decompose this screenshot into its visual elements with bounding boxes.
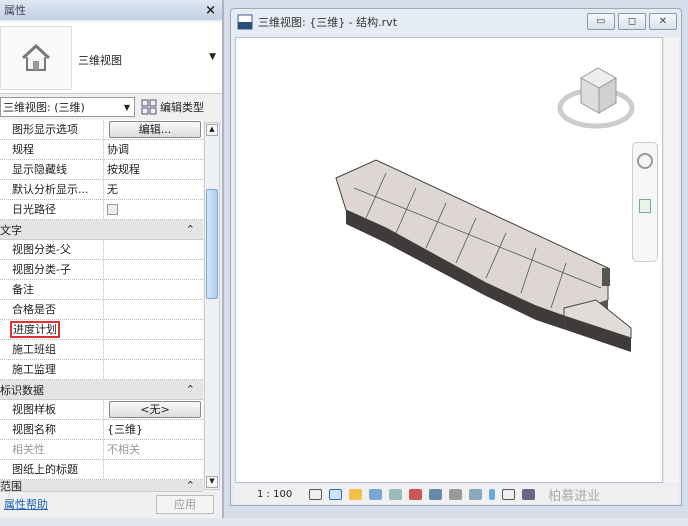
- collapse-icon[interactable]: ⌃: [186, 383, 195, 396]
- type-preview[interactable]: 三维视图 ▼: [0, 22, 222, 94]
- section-label: 标识数据: [0, 383, 44, 397]
- detail-level-icon[interactable]: [309, 488, 323, 500]
- prop-label: 图形显示选项: [0, 120, 104, 139]
- chevron-down-icon: ▼: [123, 102, 130, 112]
- prop-value[interactable]: [104, 260, 203, 279]
- building-model: [335, 67, 635, 352]
- prop-value[interactable]: {三维}: [104, 420, 203, 439]
- rvt-file-icon: [237, 14, 253, 30]
- type-selector[interactable]: 三维视图: (三维) ▼: [0, 97, 135, 117]
- close-window-button[interactable]: ✕: [649, 13, 677, 30]
- prop-value[interactable]: 协调: [104, 140, 203, 159]
- prop-label: 视图名称: [0, 420, 104, 439]
- chevron-down-icon[interactable]: ▼: [209, 52, 216, 62]
- family-name: 三维视图: [78, 54, 122, 67]
- house-icon: [0, 26, 72, 90]
- edit-type-label: 编辑类型: [160, 101, 204, 114]
- temporary-view-icon[interactable]: [502, 488, 516, 500]
- status-strip: [0, 518, 688, 526]
- view-template-button[interactable]: <无>: [109, 401, 201, 418]
- edit-type-icon: [141, 99, 157, 115]
- prop-label: 视图分类-父: [0, 240, 104, 259]
- restore-button[interactable]: ◻: [618, 13, 646, 30]
- graphics-edit-button[interactable]: 编辑...: [109, 121, 201, 138]
- scroll-down-icon[interactable]: ▼: [206, 476, 218, 488]
- property-grid: 图形显示选项 编辑... 规程 协调 显示隐藏线 按规程 默认分析显示... 无 日光路…: [0, 120, 203, 492]
- edit-type-button[interactable]: 编辑类型: [141, 99, 204, 115]
- lock-view-icon[interactable]: [449, 488, 463, 500]
- section-identity[interactable]: 标识数据 ⌃: [0, 380, 203, 400]
- close-icon[interactable]: ×: [205, 3, 216, 18]
- 3d-viewport[interactable]: [235, 37, 663, 483]
- section-label: 文字: [0, 223, 22, 237]
- zoom-icon[interactable]: [639, 199, 651, 213]
- prop-label: 施工班组: [0, 340, 104, 359]
- section-extents[interactable]: 范围 ⌃: [0, 480, 203, 492]
- properties-title: 属性: [4, 4, 26, 17]
- steering-wheel-icon[interactable]: [637, 153, 653, 169]
- collapse-icon[interactable]: ⌃: [186, 480, 195, 491]
- properties-title-bar: 属性 ×: [0, 0, 222, 20]
- prop-label: 视图分类-子: [0, 260, 104, 279]
- collapse-icon[interactable]: ⌃: [186, 223, 195, 236]
- section-text[interactable]: 文字 ⌃: [0, 220, 203, 240]
- prop-value[interactable]: [104, 360, 203, 379]
- prop-label: 图纸上的标题: [0, 460, 104, 479]
- hide-isolate-icon[interactable]: [469, 488, 483, 500]
- prop-label: 默认分析显示...: [0, 180, 104, 199]
- prop-value[interactable]: [104, 460, 203, 479]
- view-title: 三维视图: {三维} - 结构.rvt: [258, 16, 398, 29]
- prop-label: 显示隐藏线: [0, 160, 104, 179]
- properties-scrollbar[interactable]: ▲ ▼: [204, 122, 220, 490]
- type-selector-value: 三维视图: (三维): [3, 101, 85, 114]
- prop-label: 合格是否: [0, 300, 104, 319]
- prop-label: 日光路径: [0, 200, 104, 219]
- properties-help-link[interactable]: 属性帮助: [4, 496, 48, 512]
- prop-label: 规程: [0, 140, 104, 159]
- sun-path-checkbox[interactable]: [107, 204, 118, 215]
- prop-value[interactable]: [104, 300, 203, 319]
- reveal-hidden-icon[interactable]: [489, 488, 496, 500]
- prop-label: 施工监理: [0, 360, 104, 379]
- view-control-bar: 1 : 100 柏慕进业: [235, 484, 679, 504]
- view-scrollbar[interactable]: [664, 37, 679, 483]
- prop-label: 相关性: [0, 440, 104, 459]
- prop-label: 视图样板: [0, 400, 104, 419]
- show-crop-icon[interactable]: [429, 488, 443, 500]
- prop-value[interactable]: [104, 240, 203, 259]
- sun-path-icon[interactable]: [349, 488, 363, 500]
- apply-button[interactable]: 应用: [156, 494, 214, 514]
- prop-value[interactable]: [104, 340, 203, 359]
- viewcube-icon[interactable]: [557, 67, 635, 129]
- visual-style-icon[interactable]: [329, 488, 343, 500]
- crop-view-icon[interactable]: [409, 488, 423, 500]
- analysis-icon[interactable]: [522, 488, 536, 500]
- highlighted-prop-label: 进度计划: [10, 321, 60, 338]
- scrollbar-thumb[interactable]: [206, 189, 218, 299]
- section-label: 范围: [0, 480, 22, 492]
- navigation-bar[interactable]: [632, 142, 658, 262]
- scroll-up-icon[interactable]: ▲: [206, 124, 218, 136]
- minimize-button[interactable]: ▭: [587, 13, 615, 30]
- prop-value: 不相关: [107, 443, 140, 456]
- prop-value[interactable]: [104, 280, 203, 299]
- prop-value[interactable]: 按规程: [104, 160, 203, 179]
- prop-value[interactable]: 无: [104, 180, 203, 199]
- scale-value[interactable]: 1 : 100: [257, 489, 292, 500]
- properties-panel: 属性 × 三维视图 ▼ 三维视图: (三维) ▼ 编辑类型 图形显示选项 编辑..…: [0, 0, 224, 518]
- prop-label: 备注: [0, 280, 104, 299]
- watermark: 柏慕进业: [548, 488, 601, 504]
- view-window: 三维视图: {三维} - 结构.rvt ▭ ◻ ✕ 1 : 100 柏慕进业: [230, 8, 682, 506]
- shadows-icon[interactable]: [369, 488, 383, 500]
- prop-value[interactable]: [104, 320, 203, 339]
- render-icon[interactable]: [389, 488, 403, 500]
